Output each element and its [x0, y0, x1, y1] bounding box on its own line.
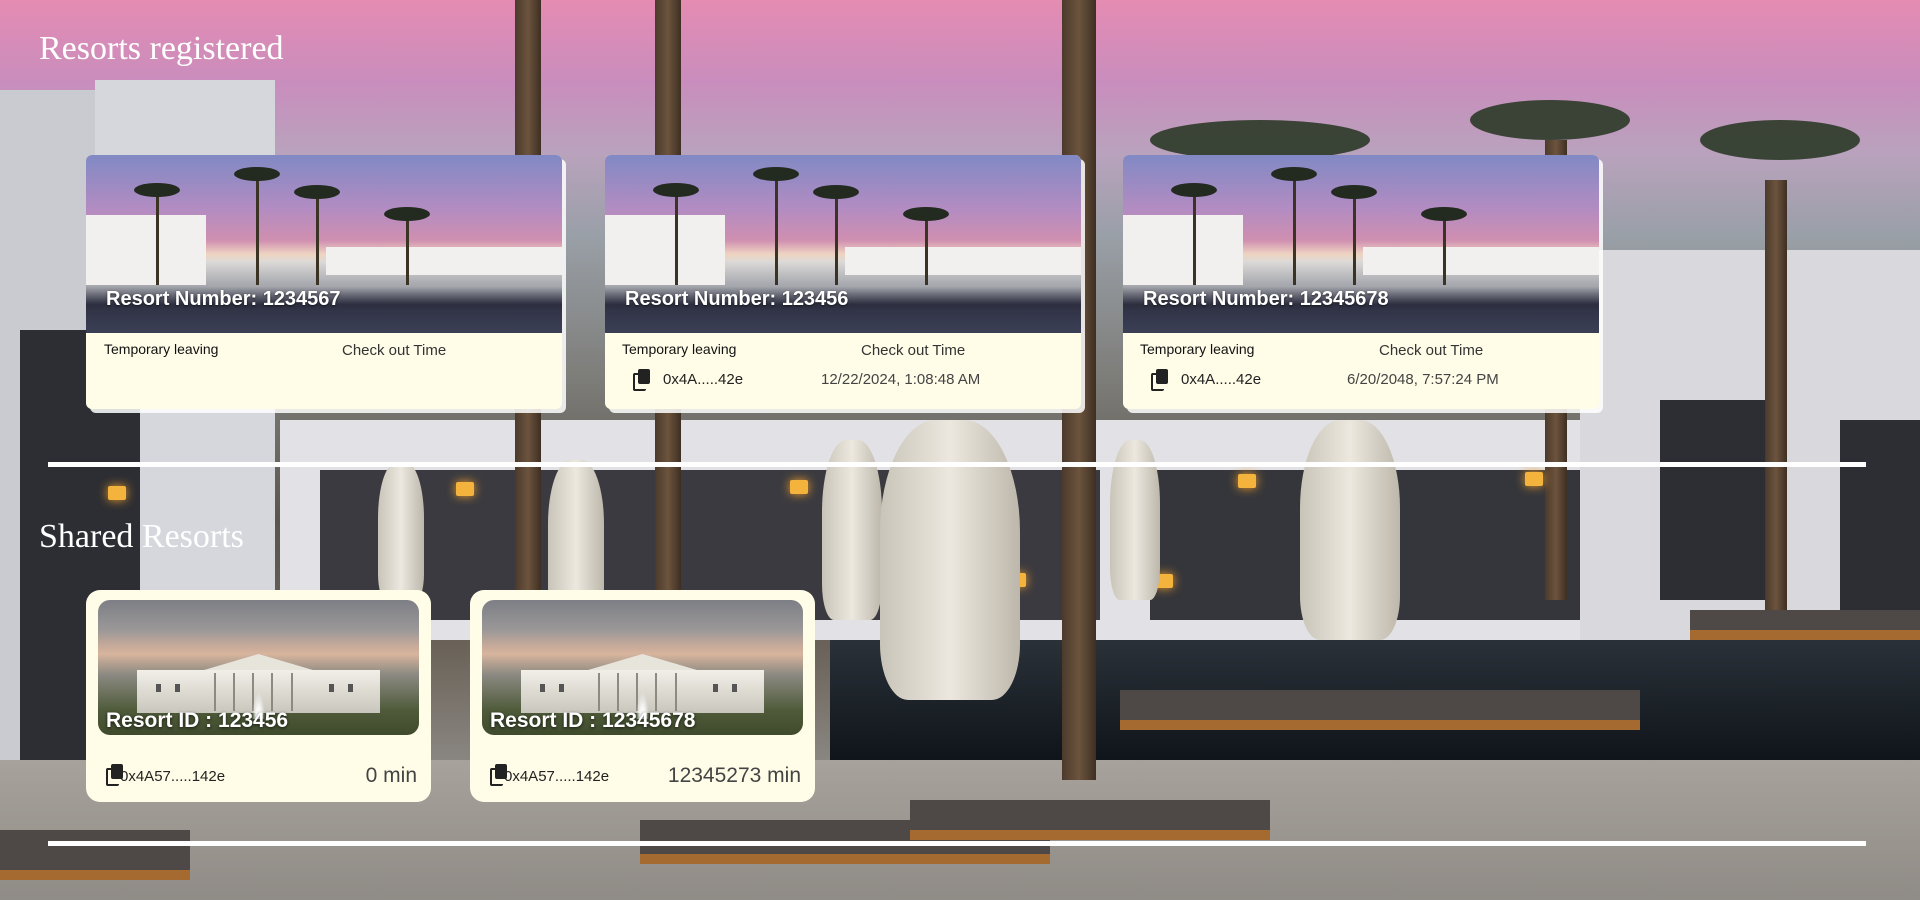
temporary-leaving-label: Temporary leaving	[622, 341, 737, 357]
check-out-time-label: Check out Time	[861, 342, 966, 359]
check-out-time-value: 12/22/2024, 1:08:48 AM	[821, 371, 981, 388]
resort-id-title: Resort ID : 123456	[106, 709, 289, 732]
copy-icon[interactable]	[633, 369, 653, 391]
resort-number-title: Resort Number: 123456	[625, 288, 849, 310]
resort-id-title: Resort ID : 12345678	[490, 709, 696, 732]
registered-resort-card[interactable]: Resort Number: 123456 Temporary leaving …	[605, 155, 1081, 409]
resort-number-title: Resort Number: 12345678	[1143, 288, 1389, 310]
copy-icon[interactable]	[1151, 369, 1171, 391]
resort-image: Resort ID : 12345678	[482, 600, 803, 735]
resort-image: Resort Number: 123456	[605, 155, 1081, 333]
duration-minutes: 12345273 min	[667, 764, 801, 787]
shared-resort-card[interactable]: Resort ID : 12345678 0x4A57.....142e 123…	[470, 590, 815, 802]
resort-image: Resort Number: 12345678	[1123, 155, 1599, 333]
shared-resort-card[interactable]: Resort ID : 123456 0x4A57.....142e 0 min	[86, 590, 431, 802]
wallet-address: 0x4A57.....142e	[490, 768, 609, 785]
section-divider	[48, 841, 1866, 846]
check-out-time-value: 6/20/2048, 7:57:24 PM	[1347, 371, 1499, 388]
wallet-address: 0x4A57.....142e	[106, 768, 225, 785]
resort-image: Resort Number: 1234567	[86, 155, 562, 333]
registered-resort-card[interactable]: Resort Number: 1234567 Temporary leaving…	[86, 155, 562, 409]
resort-number-title: Resort Number: 1234567	[106, 288, 341, 310]
temporary-leaving-label: Temporary leaving	[1140, 341, 1255, 357]
wallet-address-text: 0x4A57.....142e	[120, 767, 226, 785]
section-divider	[48, 462, 1866, 467]
duration-minutes: 0 min	[365, 764, 417, 787]
wallet-address: 0x4A.....42e	[1151, 369, 1262, 391]
check-out-time-label: Check out Time	[342, 342, 447, 359]
shared-resorts-heading: Shared Resorts	[39, 518, 244, 555]
wallet-address-text: 0x4A.....42e	[1181, 370, 1262, 388]
registered-resort-card[interactable]: Resort Number: 12345678 Temporary leavin…	[1123, 155, 1599, 409]
wallet-address: 0x4A.....42e	[633, 369, 744, 391]
temporary-leaving-label: Temporary leaving	[104, 341, 219, 357]
resort-image: Resort ID : 123456	[98, 600, 419, 735]
wallet-address-text: 0x4A.....42e	[663, 370, 744, 388]
resorts-registered-heading: Resorts registered	[39, 30, 284, 67]
wallet-address-text: 0x4A57.....142e	[504, 767, 610, 785]
check-out-time-label: Check out Time	[1379, 342, 1484, 359]
